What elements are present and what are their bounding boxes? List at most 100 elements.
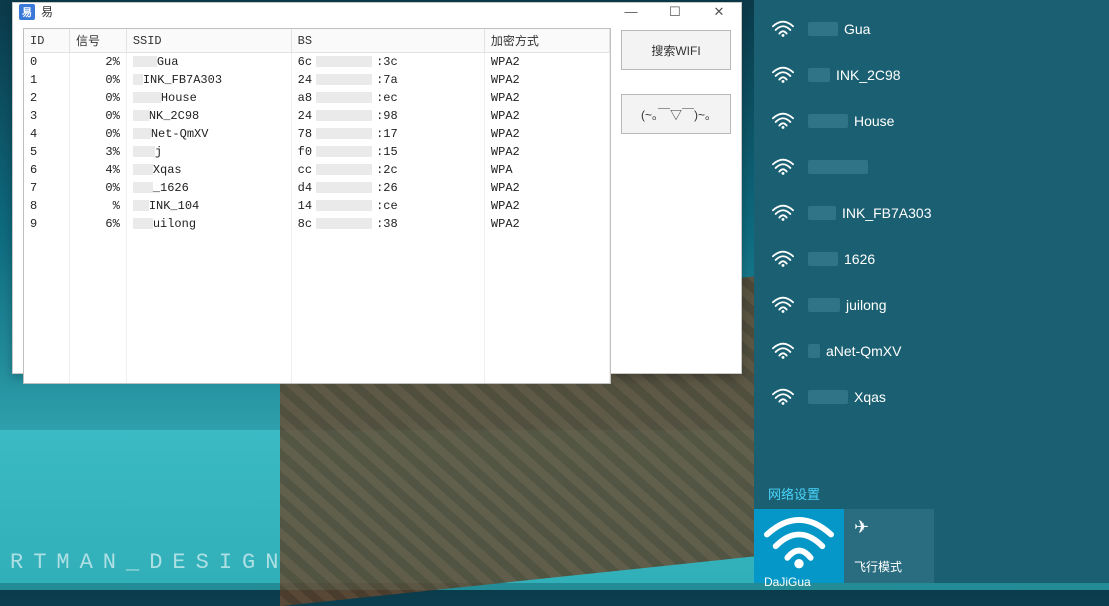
network-name: INK_2C98 [808,67,901,83]
wifi-signal-icon [772,20,794,38]
wifi-signal-icon [772,66,794,84]
cell-ssid: NK_2C98 [126,107,291,125]
watermark: RTMAN_DESIGN [10,550,288,575]
network-item[interactable]: juilong [754,282,1109,328]
cell-bssid: 14:ce [291,197,484,215]
cell-ssid: INK_104 [126,197,291,215]
network-item[interactable] [754,144,1109,190]
close-button[interactable]: ✕ [697,3,741,20]
network-name: Gua [808,21,870,37]
table-row[interactable]: 02%Gua6c:3cWPA2 [24,53,610,72]
cell-signal: % [69,197,126,215]
cell-bssid: f0:15 [291,143,484,161]
network-item[interactable]: INK_FB7A303 [754,190,1109,236]
airplane-tile[interactable]: ✈ 飞行模式 [844,509,934,583]
cell-signal: 0% [69,71,126,89]
cell-ssid: Xqas [126,161,291,179]
airplane-icon: ✈ [854,517,924,538]
app-window: 易 易 — ☐ ✕ ID 信号 SSID BS 加密方式 02%Gua6c:3c… [12,2,742,374]
network-item[interactable]: Gua [754,6,1109,52]
table-row[interactable]: 10%INK_FB7A30324:7aWPA2 [24,71,610,89]
cell-id: 5 [24,143,69,161]
table-row[interactable]: 20%Housea8:ecWPA2 [24,89,610,107]
window-title: 易 [41,3,53,20]
network-item[interactable]: aNet-QmXV [754,328,1109,374]
network-item[interactable]: 1626 [754,236,1109,282]
cell-enc: WPA2 [484,53,609,72]
table-row [24,353,610,368]
col-header-id[interactable]: ID [24,29,69,53]
cell-signal: 0% [69,89,126,107]
maximize-button[interactable]: ☐ [653,3,697,20]
col-header-bssid[interactable]: BS [291,29,484,53]
cell-ssid: House [126,89,291,107]
airplane-tile-label: 飞行模式 [854,558,924,575]
cell-ssid: uilong [126,215,291,233]
col-header-signal[interactable]: 信号 [69,29,126,53]
cell-bssid: d4:26 [291,179,484,197]
wifi-tile[interactable]: DaJiGua [754,509,844,583]
table-row[interactable]: 40%Net-QmXV78:17WPA2 [24,125,610,143]
cell-signal: 0% [69,125,126,143]
wifi-signal-icon [772,388,794,406]
cell-enc: WPA2 [484,125,609,143]
wifi-signal-icon [772,204,794,222]
cell-signal: 0% [69,179,126,197]
network-name: juilong [808,297,886,313]
cell-enc: WPA2 [484,197,609,215]
cell-signal: 6% [69,215,126,233]
face-button[interactable]: (~｡￣▽￣)~｡ [621,94,731,134]
cell-enc: WPA2 [484,215,609,233]
wifi-signal-icon [772,112,794,130]
table-row [24,308,610,323]
cell-bssid: 24:7a [291,71,484,89]
col-header-enc[interactable]: 加密方式 [484,29,609,53]
minimize-button[interactable]: — [609,3,653,20]
cell-ssid: _1626 [126,179,291,197]
cell-enc: WPA2 [484,179,609,197]
table-row[interactable]: 96%uilong8c:38WPA2 [24,215,610,233]
network-settings-link[interactable]: 网络设置 [754,482,1109,509]
wifi-signal-icon [772,296,794,314]
table-row [24,293,610,308]
network-item[interactable]: House [754,98,1109,144]
cell-enc: WPA [484,161,609,179]
quick-tiles: DaJiGua ✈ 飞行模式 [754,509,1109,583]
table-row[interactable]: 8%INK_10414:ceWPA2 [24,197,610,215]
cell-enc: WPA2 [484,71,609,89]
table-row[interactable]: 64%Xqascc:2cWPA [24,161,610,179]
network-name: Xqas [808,389,886,405]
cell-id: 0 [24,53,69,72]
cell-id: 6 [24,161,69,179]
wifi-signal-icon [772,158,794,176]
search-wifi-button[interactable]: 搜索WIFI [621,30,731,70]
cell-signal: 4% [69,161,126,179]
titlebar[interactable]: 易 易 — ☐ ✕ [13,3,741,20]
cell-ssid: Gua [126,53,291,72]
col-header-ssid[interactable]: SSID [126,29,291,53]
cell-id: 4 [24,125,69,143]
table-row[interactable]: 53%jf0:15WPA2 [24,143,610,161]
table-row [24,263,610,278]
cell-ssid: INK_FB7A303 [126,71,291,89]
cell-enc: WPA2 [484,107,609,125]
table-row[interactable]: 70%_1626d4:26WPA2 [24,179,610,197]
cell-bssid: cc:2c [291,161,484,179]
cell-id: 3 [24,107,69,125]
cell-enc: WPA2 [484,143,609,161]
wifi-table[interactable]: ID 信号 SSID BS 加密方式 02%Gua6c:3cWPA210%INK… [24,29,610,383]
wifi-signal-icon [772,250,794,268]
cell-id: 8 [24,197,69,215]
network-item[interactable]: Xqas [754,374,1109,420]
wifi-icon [764,517,834,575]
cell-bssid: 24:98 [291,107,484,125]
cell-ssid: Net-QmXV [126,125,291,143]
table-row[interactable]: 30%NK_2C9824:98WPA2 [24,107,610,125]
network-item[interactable]: INK_2C98 [754,52,1109,98]
cell-bssid: 8c:38 [291,215,484,233]
cell-bssid: 78:17 [291,125,484,143]
network-flyout: Gua INK_2C98 House INK_FB7A3031626 juilong aN… [754,0,1109,583]
table-row [24,233,610,248]
cell-bssid: 6c:3c [291,53,484,72]
cell-ssid: j [126,143,291,161]
